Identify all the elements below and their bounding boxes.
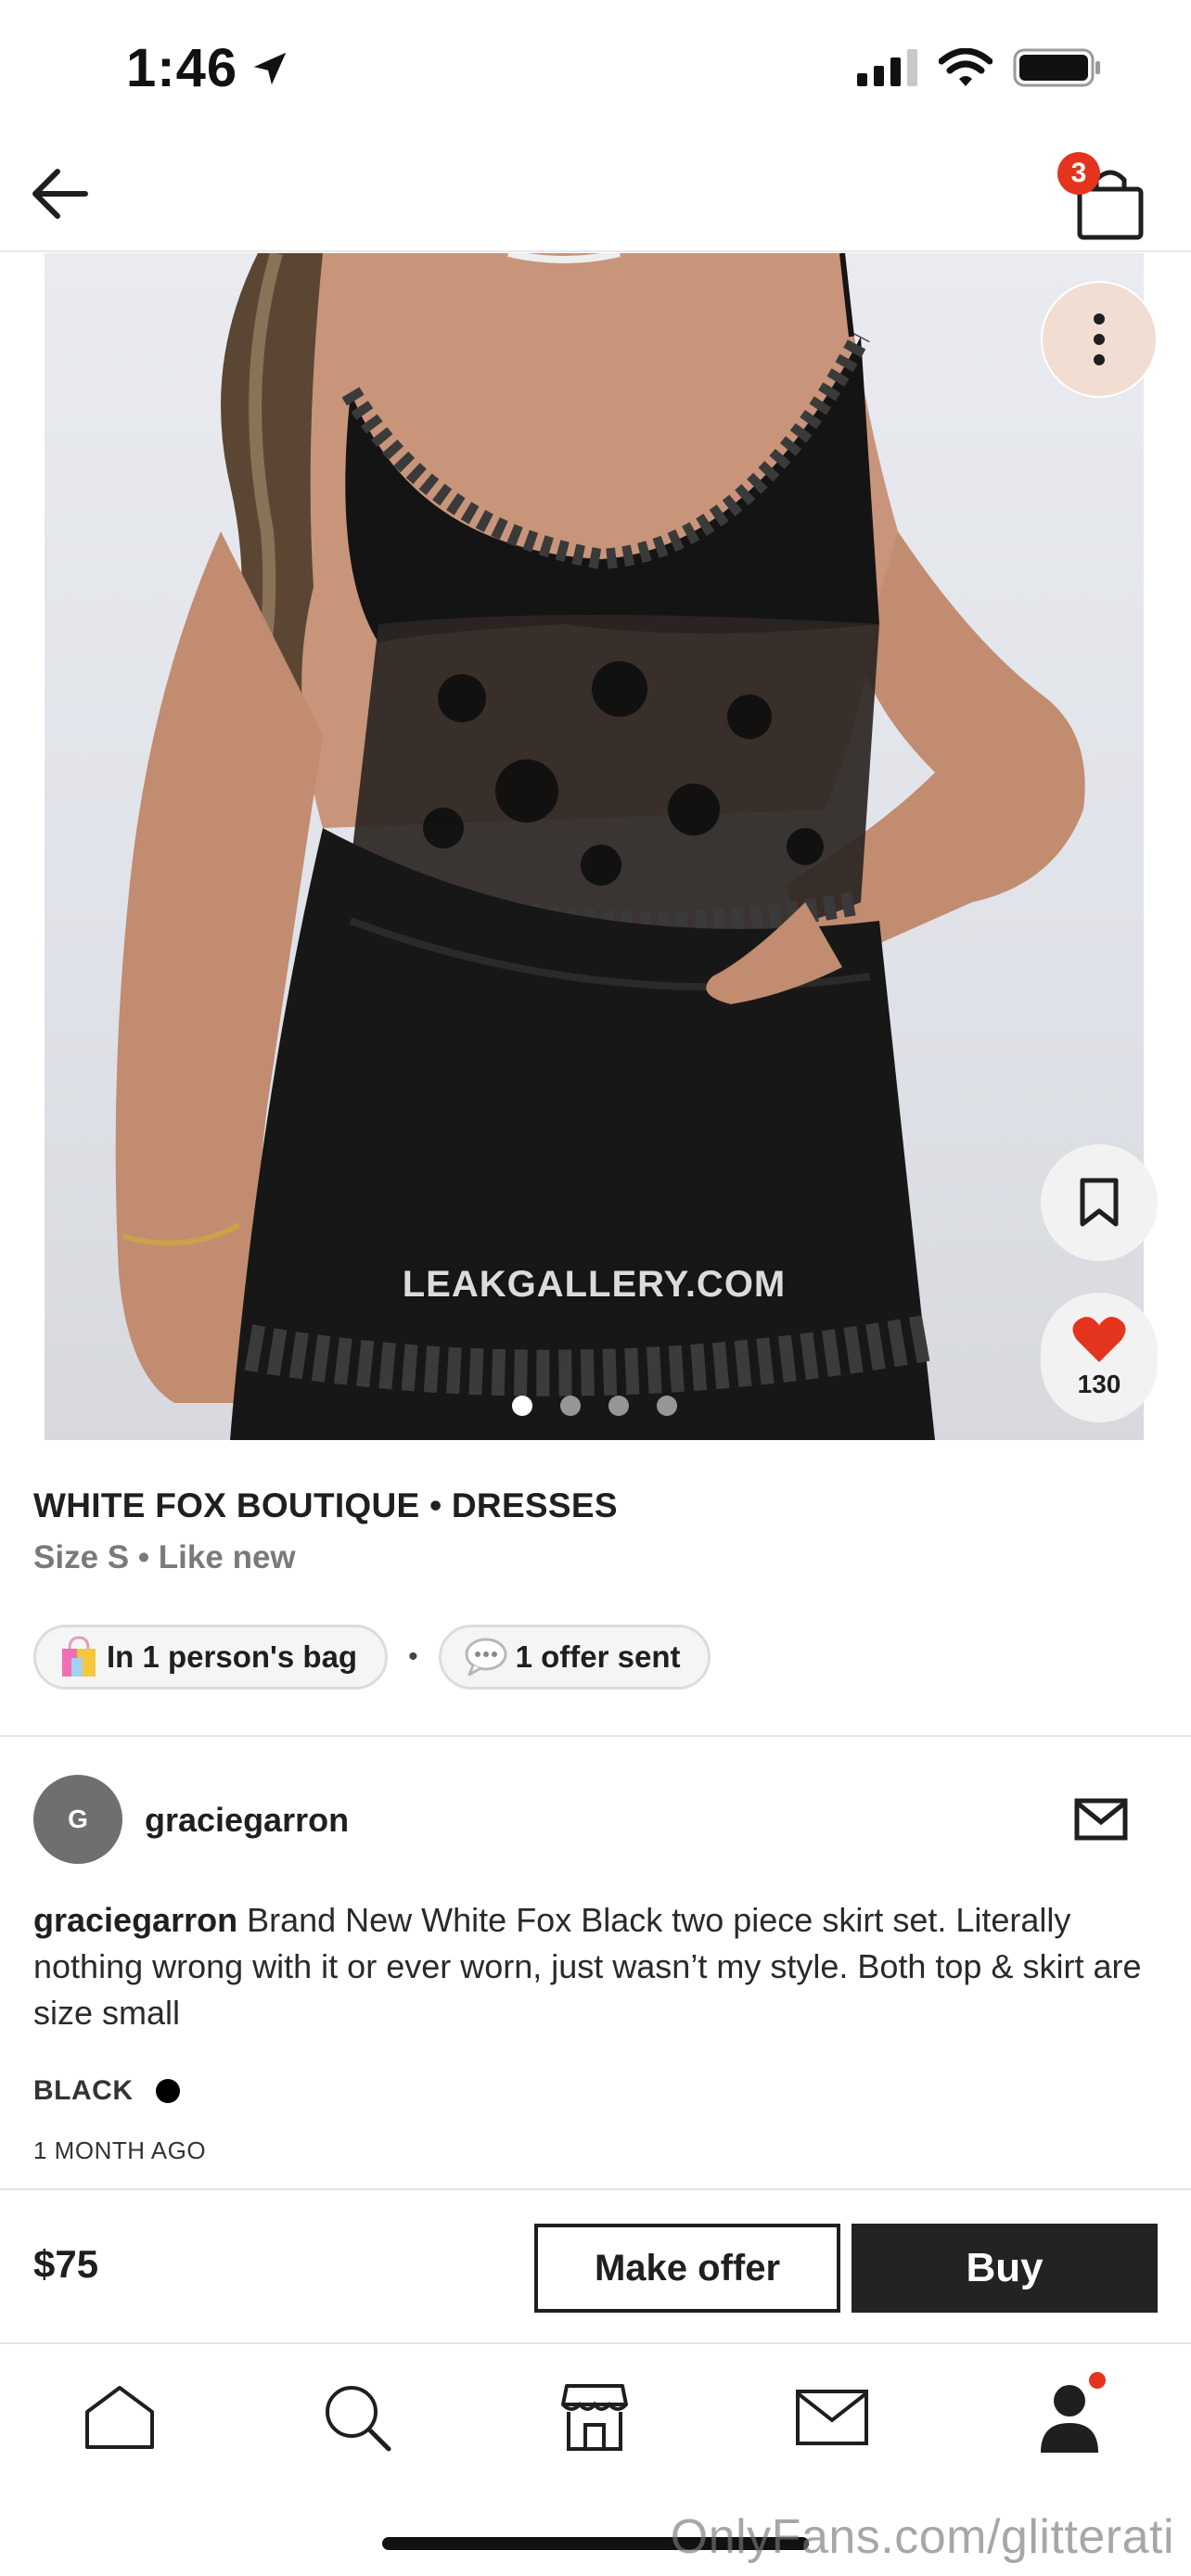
in-bag-label: In 1 person's bag <box>107 1639 358 1674</box>
heart-icon <box>1072 1317 1126 1362</box>
like-button[interactable]: 130 <box>1041 1293 1158 1422</box>
battery-icon <box>1013 48 1100 87</box>
top-nav: 3 <box>0 139 1191 252</box>
clock-text: 1:46 <box>126 38 238 98</box>
home-icon <box>85 2386 154 2449</box>
storefront-icon <box>561 2384 628 2451</box>
product-image <box>115 253 1085 1440</box>
carousel-dot[interactable] <box>559 1396 581 1416</box>
tab-inbox[interactable] <box>790 2376 874 2459</box>
in-bag-chip: In 1 person's bag <box>33 1625 389 1690</box>
tab-profile[interactable] <box>1028 2372 1111 2459</box>
price: $75 <box>33 2242 99 2286</box>
location-arrow-icon <box>253 52 287 84</box>
back-button[interactable] <box>28 161 93 226</box>
profile-notification-dot <box>1089 2372 1106 2389</box>
tab-home[interactable] <box>78 2376 161 2459</box>
profile-icon <box>1041 2385 1098 2453</box>
bag-count-badge: 3 <box>1057 152 1100 195</box>
color-row: BLACK <box>33 2075 180 2107</box>
tab-search[interactable] <box>315 2376 399 2459</box>
status-time: 1:46 <box>126 37 291 99</box>
carousel-dots[interactable] <box>45 1396 1144 1416</box>
wifi-icon <box>939 48 992 86</box>
seller-avatar[interactable]: G <box>33 1775 122 1864</box>
product-photo[interactable]: LEAKGALLERY.COM <box>45 253 1144 1440</box>
listing-description: graciegarron Brand New White Fox Black t… <box>33 1897 1146 2036</box>
save-button[interactable] <box>1041 1144 1158 1261</box>
envelope-icon <box>796 2390 868 2445</box>
description-author[interactable]: graciegarron <box>33 1901 237 1939</box>
cellular-signal-icon <box>857 49 917 86</box>
seller-username[interactable]: graciegarron <box>145 1801 349 1840</box>
more-options-button[interactable] <box>1041 281 1158 398</box>
status-bar: 1:46 <box>0 0 1191 139</box>
carousel-dot[interactable] <box>656 1396 677 1416</box>
color-swatch <box>155 2079 180 2103</box>
listing-brand-category[interactable]: WHITE FOX BOUTIQUE • DRESSES <box>33 1486 618 1525</box>
purchase-bar: $75 Make offer Buy <box>0 2188 1191 2344</box>
listing-size-condition: Size S • Like new <box>33 1539 296 1575</box>
make-offer-button[interactable]: Make offer <box>534 2224 840 2313</box>
carousel-dot[interactable] <box>608 1396 629 1416</box>
back-arrow-icon <box>32 169 88 219</box>
search-icon <box>326 2386 391 2452</box>
offers-label: 1 offer sent <box>515 1639 681 1674</box>
bookmark-icon <box>1080 1178 1119 1227</box>
envelope-icon <box>1074 1798 1128 1841</box>
activity-chips: In 1 person's bag • 1 offer sent <box>33 1625 711 1690</box>
shopping-bag-button[interactable]: 3 <box>1057 152 1145 241</box>
color-label: BLACK <box>33 2075 134 2106</box>
bottom-tab-bar <box>0 2344 1191 2493</box>
offers-chip: 1 offer sent <box>438 1625 711 1690</box>
status-icons <box>857 48 1102 87</box>
buy-button[interactable]: Buy <box>852 2224 1158 2313</box>
posted-time: 1 MONTH AGO <box>33 2136 207 2164</box>
tab-shop[interactable] <box>553 2376 636 2459</box>
image-watermark: LEAKGALLERY.COM <box>402 1264 787 1305</box>
chip-separator: • <box>408 1641 418 1672</box>
vertical-ellipsis-icon <box>1094 313 1105 365</box>
corner-watermark: OnlyFans.com/glitterati <box>670 2510 1174 2564</box>
carousel-dot[interactable] <box>511 1396 532 1416</box>
like-count: 130 <box>1077 1370 1121 1398</box>
section-divider <box>0 1735 1191 1737</box>
message-seller-button[interactable] <box>1069 1793 1133 1845</box>
shopping-bag-emoji-icon <box>62 1636 96 1677</box>
speech-bubble-icon <box>465 1638 507 1677</box>
